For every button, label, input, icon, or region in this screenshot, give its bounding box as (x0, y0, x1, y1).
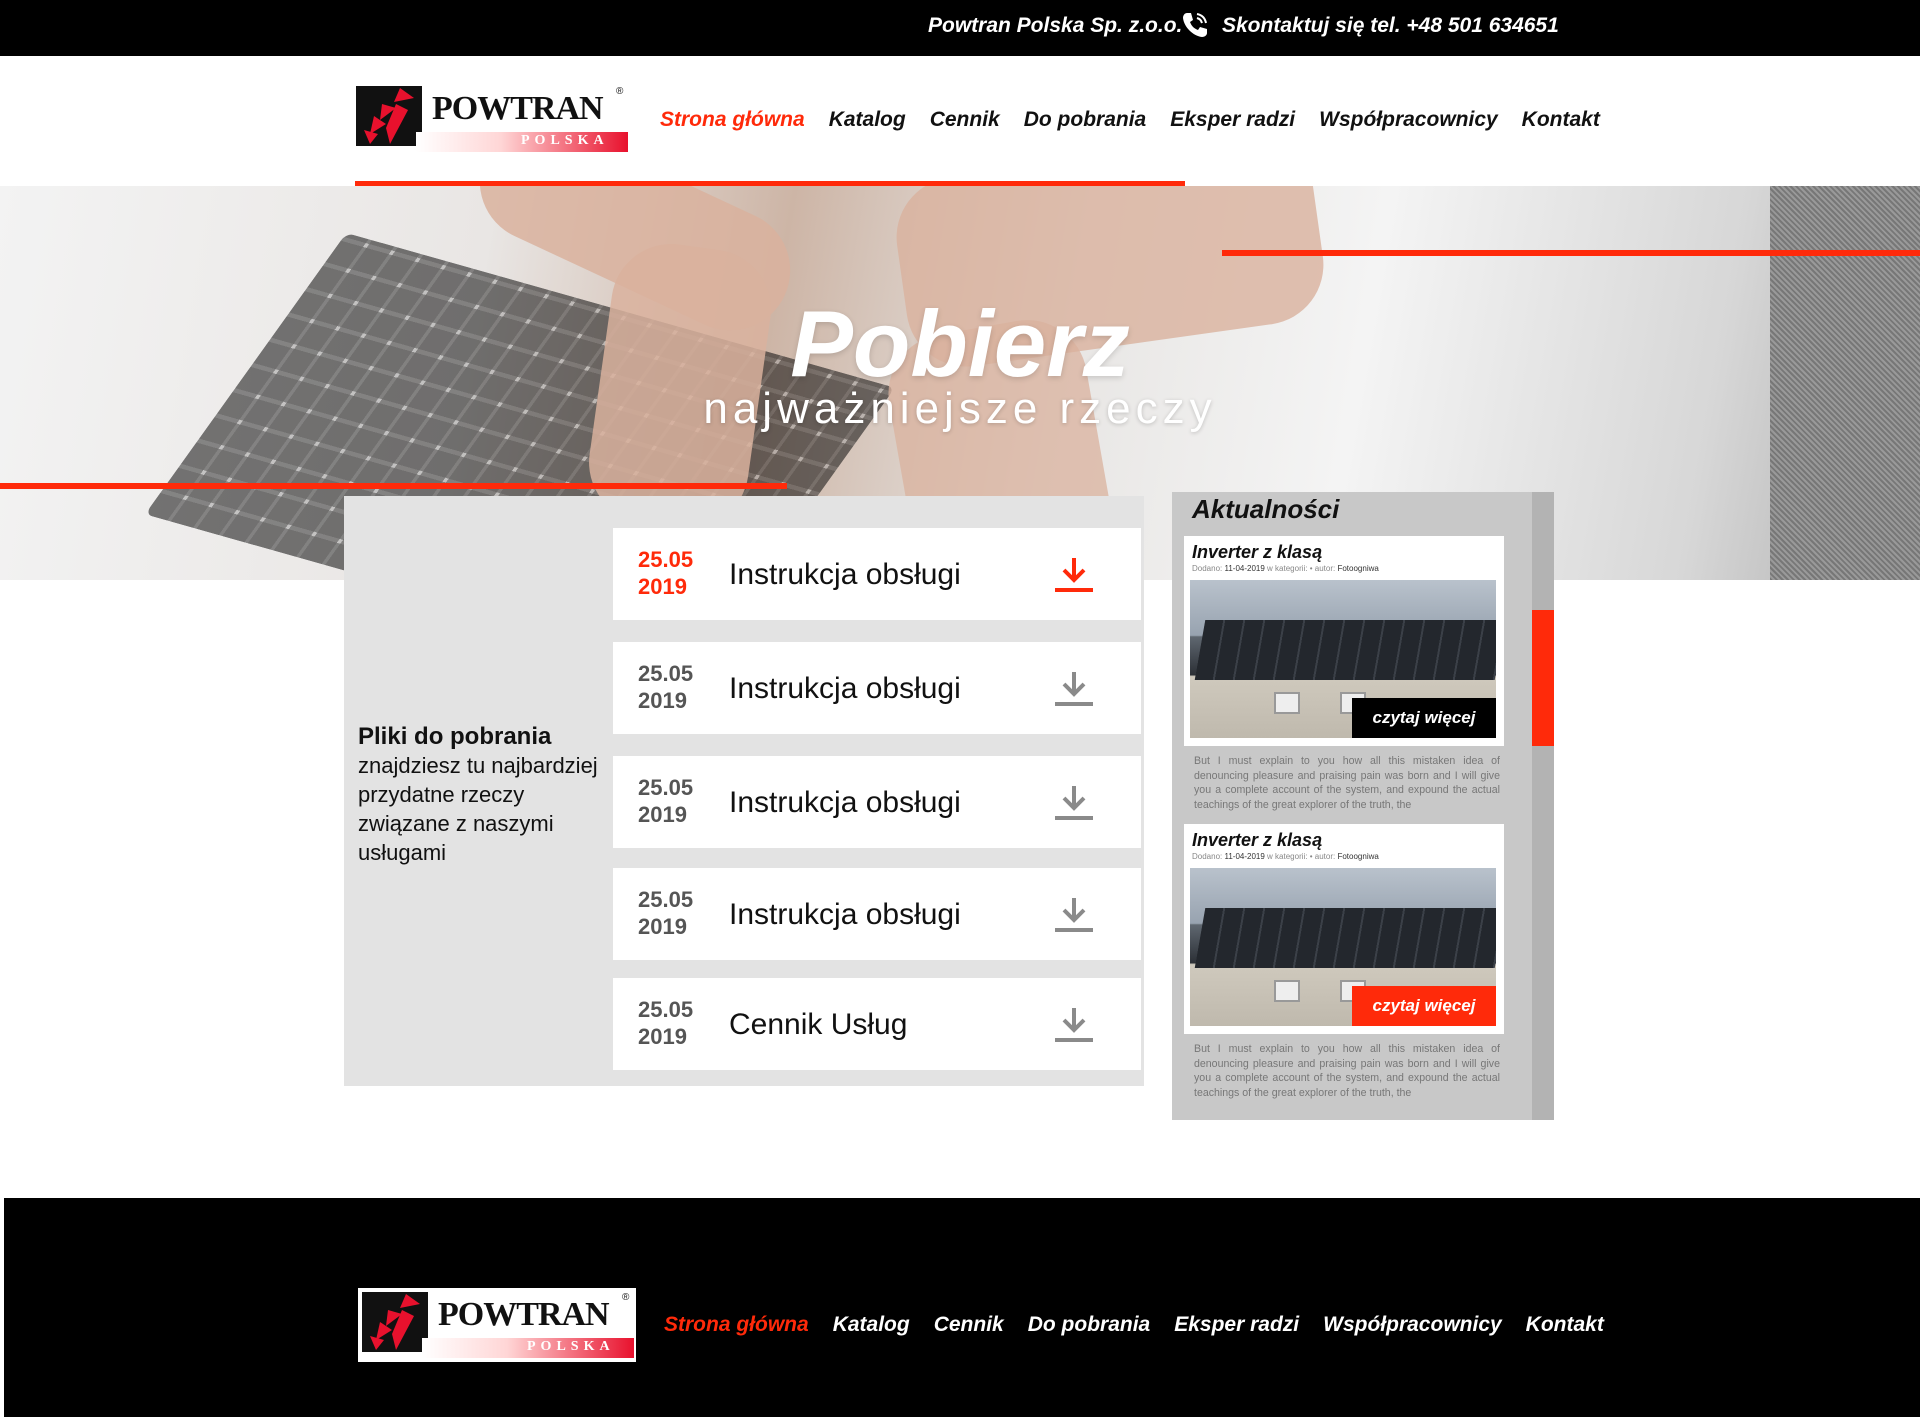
logo-sub-text: POLSKA (521, 133, 609, 148)
nav-item-catalog[interactable]: Katalog (829, 108, 906, 132)
hero-accent-line-right (1222, 250, 1920, 256)
download-date: 25.05 2019 (638, 775, 694, 827)
logo[interactable]: POWTRAN ® POLSKA (356, 86, 628, 154)
nav-item-downloads[interactable]: Do pobrania (1024, 108, 1147, 132)
hero-subtitle: najważniejsze rzeczy (703, 384, 1217, 433)
nav-item-contact[interactable]: Kontakt (1522, 108, 1600, 132)
download-item[interactable]: 25.05 2019 Instrukcja obsługi (613, 642, 1141, 734)
download-date: 25.05 2019 (638, 997, 694, 1049)
news-post-meta: Dodano: 11-04-2019 w kategorii: • autor:… (1192, 852, 1379, 861)
phone-number-link[interactable]: Skontaktuj się tel. +48 501 634651 (1222, 14, 1559, 38)
logo-brand-text: POWTRAN (438, 1296, 610, 1333)
download-title: Cennik Usług (729, 1008, 908, 1041)
downloads-intro-heading: Pliki do pobrania (358, 723, 552, 750)
news-heading: Aktualności (1192, 494, 1340, 524)
download-icon[interactable] (1053, 894, 1095, 936)
hero-accent-line-left (0, 483, 787, 489)
logo-brand-text: POWTRAN (432, 90, 604, 127)
footer (4, 1198, 1920, 1417)
download-date: 25.05 2019 (638, 887, 694, 939)
download-date: 25.05 2019 (638, 661, 694, 713)
logo-mark-icon (362, 1292, 428, 1352)
read-more-button[interactable]: czytaj więcej (1352, 698, 1496, 738)
download-icon[interactable] (1053, 668, 1095, 710)
phone-icon (1183, 13, 1207, 37)
footer-logo[interactable]: POWTRAN ® POLSKA (362, 1292, 634, 1360)
footer-nav-item-catalog[interactable]: Katalog (833, 1313, 910, 1337)
news-post-meta: Dodano: 11-04-2019 w kategorii: • autor:… (1192, 564, 1379, 573)
download-title: Instrukcja obsługi (729, 898, 961, 931)
download-title: Instrukcja obsługi (729, 558, 961, 591)
nav-item-home[interactable]: Strona główna (660, 108, 805, 132)
news-panel: Aktualności Inverter z klasą Dodano: 11-… (1172, 492, 1554, 1120)
news-post-title[interactable]: Inverter z klasą (1192, 830, 1322, 851)
footer-nav-item-partners[interactable]: Współpracownicy (1323, 1313, 1502, 1337)
nav-item-partners[interactable]: Współpracownicy (1319, 108, 1498, 132)
logo-sub-text: POLSKA (527, 1339, 615, 1354)
download-date: 25.05 2019 (638, 547, 694, 599)
download-icon[interactable] (1053, 1004, 1095, 1046)
read-more-button[interactable]: czytaj więcej (1352, 986, 1496, 1026)
top-contact-bar: Powtran Polska Sp. z.o.o. Skontaktuj się… (0, 0, 1920, 56)
footer-nav-item-home[interactable]: Strona główna (664, 1313, 809, 1337)
download-item[interactable]: 25.05 2019 Cennik Usług (613, 978, 1141, 1070)
download-icon[interactable] (1053, 782, 1095, 824)
nav-item-pricing[interactable]: Cennik (930, 108, 1000, 132)
footer-nav-item-downloads[interactable]: Do pobrania (1028, 1313, 1151, 1337)
news-post-excerpt: But I must explain to you how all this m… (1194, 1043, 1500, 1099)
logo-registered-mark: ® (622, 1292, 630, 1303)
logo-mark-icon (356, 86, 422, 146)
hero-title: Pobierz (790, 291, 1130, 396)
news-post-excerpt: But I must explain to you how all this m… (1194, 755, 1500, 811)
download-icon[interactable] (1053, 554, 1095, 596)
nav-item-expert[interactable]: Eksper radzi (1170, 108, 1295, 132)
news-scrollbar-thumb[interactable] (1532, 610, 1554, 746)
download-title: Instrukcja obsługi (729, 672, 961, 705)
download-item[interactable]: 25.05 2019 Instrukcja obsługi (613, 756, 1141, 848)
downloads-intro-text: znajdziesz tu najbardziej przydatne rzec… (358, 753, 598, 865)
news-post-title[interactable]: Inverter z klasą (1192, 542, 1322, 563)
footer-nav: Strona główna Katalog Cennik Do pobrania… (664, 1313, 1604, 1337)
main-nav: Strona główna Katalog Cennik Do pobrania… (660, 108, 1600, 132)
footer-nav-item-expert[interactable]: Eksper radzi (1174, 1313, 1299, 1337)
download-title: Instrukcja obsługi (729, 786, 961, 819)
footer-nav-item-pricing[interactable]: Cennik (934, 1313, 1004, 1337)
logo-registered-mark: ® (616, 86, 624, 97)
news-scrollbar[interactable] (1532, 492, 1554, 1120)
downloads-intro: Pliki do pobrania znajdziesz tu najbardz… (358, 722, 598, 867)
footer-nav-item-contact[interactable]: Kontakt (1526, 1313, 1604, 1337)
company-name: Powtran Polska Sp. z.o.o. (928, 14, 1183, 37)
download-item[interactable]: 25.05 2019 Instrukcja obsługi (613, 528, 1141, 620)
download-item[interactable]: 25.05 2019 Instrukcja obsługi (613, 868, 1141, 960)
